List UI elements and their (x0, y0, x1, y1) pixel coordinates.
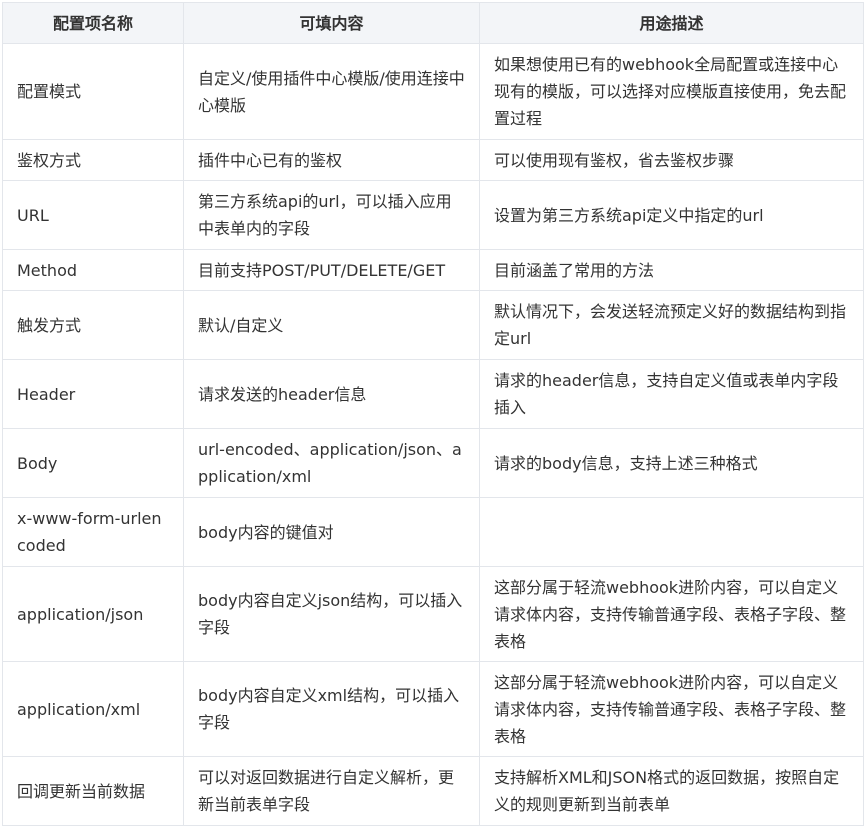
table-row: Header 请求发送的header信息 请求的header信息，支持自定义值或… (2, 359, 864, 429)
usage-description-cell: 请求的body信息，支持上述三种格式 (479, 428, 864, 498)
fillable-content-cell: body内容自定义xml结构，可以插入字段 (183, 661, 480, 757)
fillable-content-cell: body内容自定义json结构，可以插入字段 (183, 566, 480, 662)
table-row: Body url-encoded、application/json、applic… (2, 428, 864, 498)
table-row: 触发方式 默认/自定义 默认情况下，会发送轻流预定义好的数据结构到指定url (2, 290, 864, 360)
config-name-cell: application/xml (2, 661, 184, 757)
table-row: application/json body内容自定义json结构，可以插入字段 … (2, 566, 864, 662)
fillable-content-cell: 默认/自定义 (183, 290, 480, 360)
header-row: 配置项名称 可填内容 用途描述 (2, 2, 864, 44)
table-row: 鉴权方式 插件中心已有的鉴权 可以使用现有鉴权，省去鉴权步骤 (2, 139, 864, 181)
table-row: URL 第三方系统api的url，可以插入应用中表单内的字段 设置为第三方系统a… (2, 180, 864, 250)
config-name-cell: 鉴权方式 (2, 139, 184, 181)
config-name-cell: x-www-form-urlencoded (2, 497, 184, 567)
table-row: Method 目前支持POST/PUT/DELETE/GET 目前涵盖了常用的方… (2, 249, 864, 291)
usage-description-cell: 目前涵盖了常用的方法 (479, 249, 864, 291)
usage-description-cell: 这部分属于轻流webhook进阶内容，可以自定义请求体内容，支持传输普通字段、表… (479, 661, 864, 757)
usage-description-cell: 支持解析XML和JSON格式的返回数据，按照自定义的规则更新到当前表单 (479, 756, 864, 826)
usage-description-cell: 请求的header信息，支持自定义值或表单内字段插入 (479, 359, 864, 429)
config-name-cell: URL (2, 180, 184, 250)
fillable-content-cell: 第三方系统api的url，可以插入应用中表单内的字段 (183, 180, 480, 250)
config-name-cell: application/json (2, 566, 184, 662)
config-table: 配置项名称 可填内容 用途描述 配置模式 自定义/使用插件中心模版/使用连接中心… (2, 2, 864, 826)
fillable-content-cell: 目前支持POST/PUT/DELETE/GET (183, 249, 480, 291)
usage-description-cell: 默认情况下，会发送轻流预定义好的数据结构到指定url (479, 290, 864, 360)
fillable-content-cell: body内容的键值对 (183, 497, 480, 567)
config-name-cell: 配置模式 (2, 43, 184, 140)
fillable-content-cell: 可以对返回数据进行自定义解析，更新当前表单字段 (183, 756, 480, 826)
usage-description-cell: 这部分属于轻流webhook进阶内容，可以自定义请求体内容，支持传输普通字段、表… (479, 566, 864, 662)
fillable-content-cell: 插件中心已有的鉴权 (183, 139, 480, 181)
header-usage-description: 用途描述 (479, 2, 864, 44)
config-name-cell: Header (2, 359, 184, 429)
usage-description-cell: 设置为第三方系统api定义中指定的url (479, 180, 864, 250)
table-row: 配置模式 自定义/使用插件中心模版/使用连接中心模版 如果想使用已有的webho… (2, 43, 864, 140)
usage-description-cell: 可以使用现有鉴权，省去鉴权步骤 (479, 139, 864, 181)
table-header: 配置项名称 可填内容 用途描述 (2, 2, 864, 44)
fillable-content-cell: url-encoded、application/json、application… (183, 428, 480, 498)
table-row: application/xml body内容自定义xml结构，可以插入字段 这部… (2, 661, 864, 757)
usage-description-cell: 如果想使用已有的webhook全局配置或连接中心现有的模版，可以选择对应模版直接… (479, 43, 864, 140)
config-name-cell: Body (2, 428, 184, 498)
fillable-content-cell: 自定义/使用插件中心模版/使用连接中心模版 (183, 43, 480, 140)
table-row: x-www-form-urlencoded body内容的键值对 (2, 497, 864, 567)
config-name-cell: 回调更新当前数据 (2, 756, 184, 826)
table-row: 回调更新当前数据 可以对返回数据进行自定义解析，更新当前表单字段 支持解析XML… (2, 756, 864, 826)
fillable-content-cell: 请求发送的header信息 (183, 359, 480, 429)
config-name-cell: 触发方式 (2, 290, 184, 360)
usage-description-cell (479, 497, 864, 567)
config-name-cell: Method (2, 249, 184, 291)
header-config-name: 配置项名称 (2, 2, 184, 44)
table-body: 配置模式 自定义/使用插件中心模版/使用连接中心模版 如果想使用已有的webho… (2, 43, 864, 826)
header-fillable-content: 可填内容 (183, 2, 480, 44)
